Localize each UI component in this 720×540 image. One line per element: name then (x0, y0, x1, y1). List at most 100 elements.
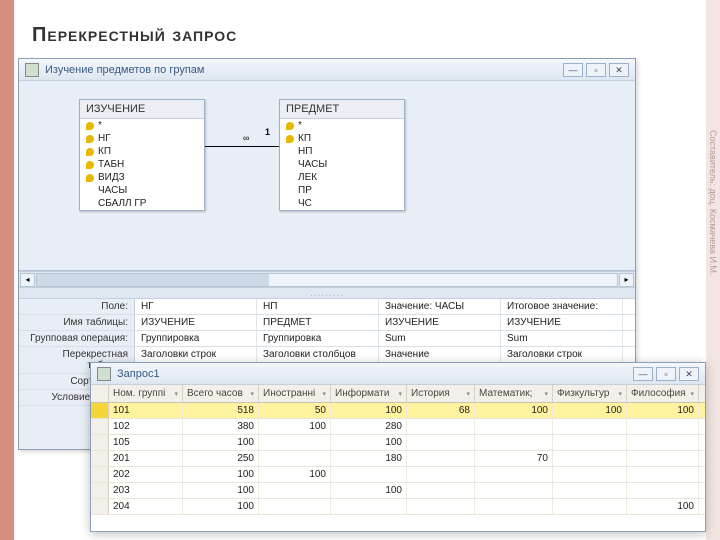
cell[interactable]: 100 (259, 467, 331, 482)
scroll-right-icon[interactable]: ▸ (619, 273, 634, 287)
table-predmet[interactable]: ПРЕДМЕТ *КПНПЧАСЫЛЕКПРЧС (279, 99, 405, 211)
maximize-button[interactable]: ▫ (586, 63, 606, 77)
dropdown-icon[interactable]: ▾ (544, 390, 548, 398)
column-header[interactable]: Философия▾ (627, 385, 699, 402)
table-row[interactable]: 203100100 (91, 483, 705, 499)
row-selector[interactable] (91, 435, 109, 450)
cell[interactable] (259, 499, 331, 514)
table-field[interactable]: * (80, 119, 204, 132)
cell[interactable] (407, 467, 475, 482)
cell[interactable] (627, 467, 699, 482)
cell[interactable]: 100 (627, 403, 699, 418)
table-row[interactable]: 1015185010068100100100 (91, 403, 705, 419)
cell[interactable] (627, 451, 699, 466)
grid-cell[interactable]: Значение: ЧАСЫ (379, 299, 501, 314)
close-button[interactable]: ✕ (609, 63, 629, 77)
dropdown-icon[interactable]: ▾ (690, 390, 694, 398)
cell[interactable] (475, 467, 553, 482)
row-selector[interactable] (91, 483, 109, 498)
minimize-button[interactable]: — (563, 63, 583, 77)
cell[interactable]: 203 (109, 483, 183, 498)
grid-cell[interactable]: ИЗУЧЕНИЕ (135, 315, 257, 330)
cell[interactable]: 100 (183, 435, 259, 450)
scroll-track[interactable] (36, 273, 618, 287)
cell[interactable] (475, 483, 553, 498)
table-field[interactable]: ВИДЗ (80, 171, 204, 184)
table-field[interactable]: НП (280, 145, 404, 158)
cell[interactable] (553, 435, 627, 450)
close-button[interactable]: ✕ (679, 367, 699, 381)
grid-cell[interactable]: ПРЕДМЕТ (257, 315, 379, 330)
table-field[interactable]: ТАБН (80, 158, 204, 171)
window-titlebar[interactable]: Изучение предметов по групам — ▫ ✕ (19, 59, 635, 81)
cell[interactable] (553, 483, 627, 498)
table-field[interactable]: ЧС (280, 197, 404, 210)
table-field[interactable]: * (280, 119, 404, 132)
row-selector-header[interactable] (91, 385, 109, 402)
row-selector[interactable] (91, 499, 109, 514)
cell[interactable] (407, 499, 475, 514)
table-row[interactable]: 202100100 (91, 467, 705, 483)
relationship-pane[interactable]: ИЗУЧЕНИЕ *НГКПТАБНВИДЗЧАСЫСБАЛЛ ГР ПРЕДМ… (19, 81, 635, 271)
cell[interactable]: 201 (109, 451, 183, 466)
cell[interactable]: 202 (109, 467, 183, 482)
cell[interactable]: 70 (475, 451, 553, 466)
grid-cell[interactable]: Итоговое значение: (501, 299, 623, 314)
cell[interactable] (259, 483, 331, 498)
cell[interactable]: 101 (109, 403, 183, 418)
grid-cell[interactable]: Группировка (135, 331, 257, 346)
column-header[interactable]: Информати▾ (331, 385, 407, 402)
table-field[interactable]: ПР (280, 184, 404, 197)
table-row[interactable]: 102380100280 (91, 419, 705, 435)
table-field[interactable]: КП (280, 132, 404, 145)
cell[interactable]: 50 (259, 403, 331, 418)
grid-cell[interactable]: ИЗУЧЕНИЕ (379, 315, 501, 330)
cell[interactable] (627, 419, 699, 434)
cell[interactable] (553, 499, 627, 514)
grid-cell[interactable]: НП (257, 299, 379, 314)
grid-cell[interactable]: Группировка (257, 331, 379, 346)
column-header[interactable]: История▾ (407, 385, 475, 402)
grid-cell[interactable]: ИЗУЧЕНИЕ (501, 315, 623, 330)
dropdown-icon[interactable]: ▾ (398, 390, 402, 398)
cell[interactable] (475, 435, 553, 450)
cell[interactable]: 204 (109, 499, 183, 514)
table-field[interactable]: НГ (80, 132, 204, 145)
cell[interactable] (475, 419, 553, 434)
cell[interactable]: 100 (331, 403, 407, 418)
window-titlebar[interactable]: Запрос1 — ▫ ✕ (91, 363, 705, 385)
table-field[interactable]: КП (80, 145, 204, 158)
relationship-line[interactable] (205, 146, 279, 147)
minimize-button[interactable]: — (633, 367, 653, 381)
cell[interactable]: 100 (259, 419, 331, 434)
row-selector[interactable] (91, 451, 109, 466)
cell[interactable] (553, 451, 627, 466)
column-header[interactable]: Всего часов▾ (183, 385, 259, 402)
table-field[interactable]: ЛЕК (280, 171, 404, 184)
column-header[interactable]: Ном. группі▾ (109, 385, 183, 402)
cell[interactable] (259, 435, 331, 450)
table-row[interactable]: 20125018070 (91, 451, 705, 467)
cell[interactable] (259, 451, 331, 466)
grid-cell[interactable]: Sum (379, 331, 501, 346)
datasheet[interactable]: Ном. группі▾ Всего часов▾ Иностранні▾ Ин… (91, 385, 705, 515)
cell[interactable]: 100 (331, 483, 407, 498)
scroll-left-icon[interactable]: ◂ (20, 273, 35, 287)
cell[interactable]: 180 (331, 451, 407, 466)
design-scrollbar[interactable]: ◂ ▸ (19, 271, 635, 287)
cell[interactable] (407, 451, 475, 466)
cell[interactable] (553, 419, 627, 434)
scroll-thumb[interactable] (37, 274, 269, 286)
cell[interactable]: 102 (109, 419, 183, 434)
dropdown-icon[interactable]: ▾ (466, 390, 470, 398)
table-izuchenie[interactable]: ИЗУЧЕНИЕ *НГКПТАБНВИДЗЧАСЫСБАЛЛ ГР (79, 99, 205, 211)
cell[interactable]: 100 (475, 403, 553, 418)
cell[interactable]: 100 (183, 467, 259, 482)
cell[interactable]: 100 (331, 435, 407, 450)
cell[interactable]: 68 (407, 403, 475, 418)
cell[interactable] (475, 499, 553, 514)
cell[interactable] (407, 483, 475, 498)
cell[interactable] (331, 499, 407, 514)
row-selector[interactable] (91, 403, 109, 418)
pane-splitter[interactable] (19, 287, 635, 299)
